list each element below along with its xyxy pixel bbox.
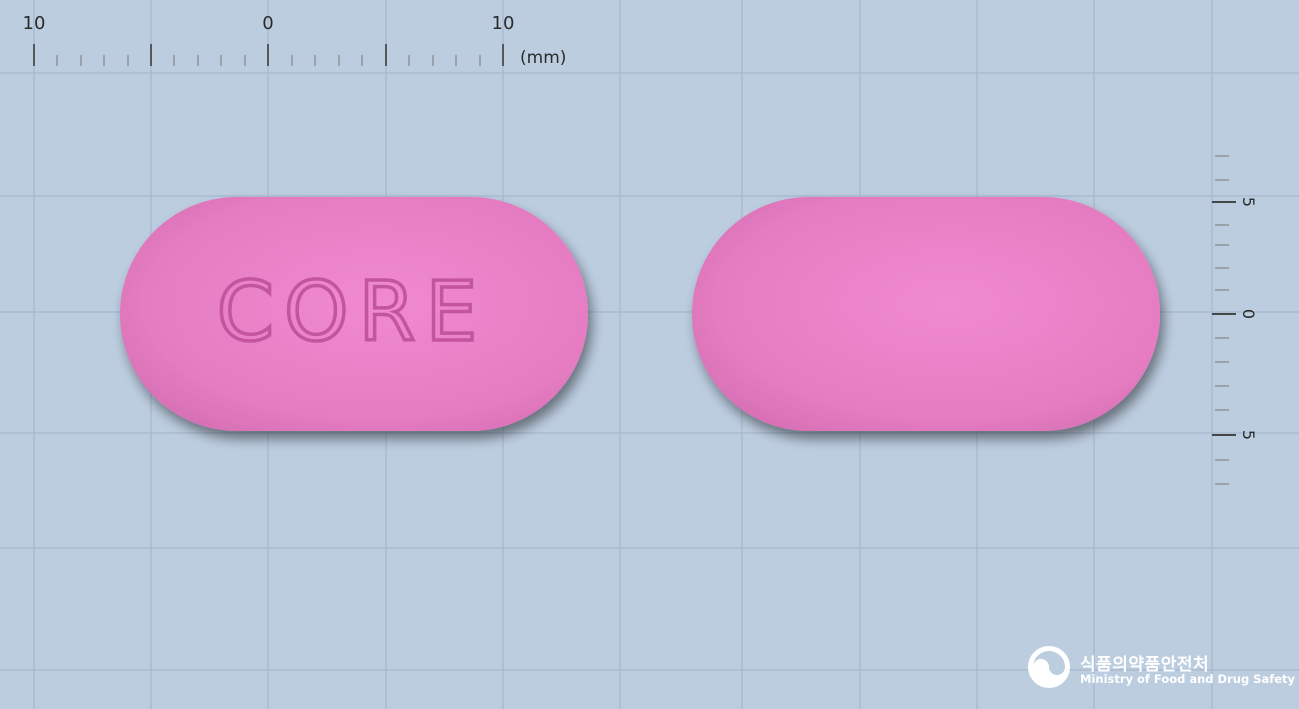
photo-canvas: 10 0 10 (mm) 5 0 5 CORE [0,0,1299,709]
ministry-name-english: Ministry of Food and Drug Safety [1080,672,1296,686]
side-ruler [1212,155,1236,485]
side-ruler-label-bottom: 5 [1239,430,1258,440]
top-ruler-label-left: 10 [23,13,46,34]
ruler-unit-label: (mm) [520,48,566,68]
tablet-back [692,197,1160,431]
top-ruler [33,44,504,66]
top-ruler-label-zero: 0 [262,13,273,34]
side-ruler-label-zero: 0 [1239,309,1258,319]
tablet-imprint: CORE [217,265,488,360]
side-ruler-label-top: 5 [1239,197,1258,207]
top-ruler-label-right: 10 [492,13,515,34]
ministry-emblem-icon [1028,646,1070,688]
